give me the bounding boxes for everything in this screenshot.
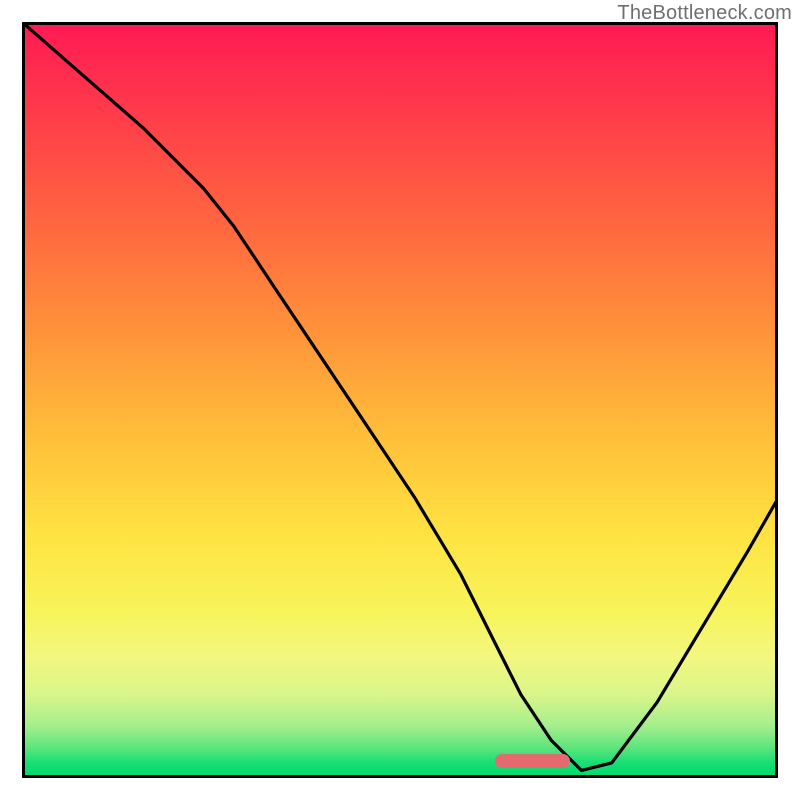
plot-area [22, 22, 778, 778]
background-gradient [22, 22, 778, 778]
optimal-range-pill [495, 754, 571, 768]
chart-frame: TheBottleneck.com [0, 0, 800, 800]
